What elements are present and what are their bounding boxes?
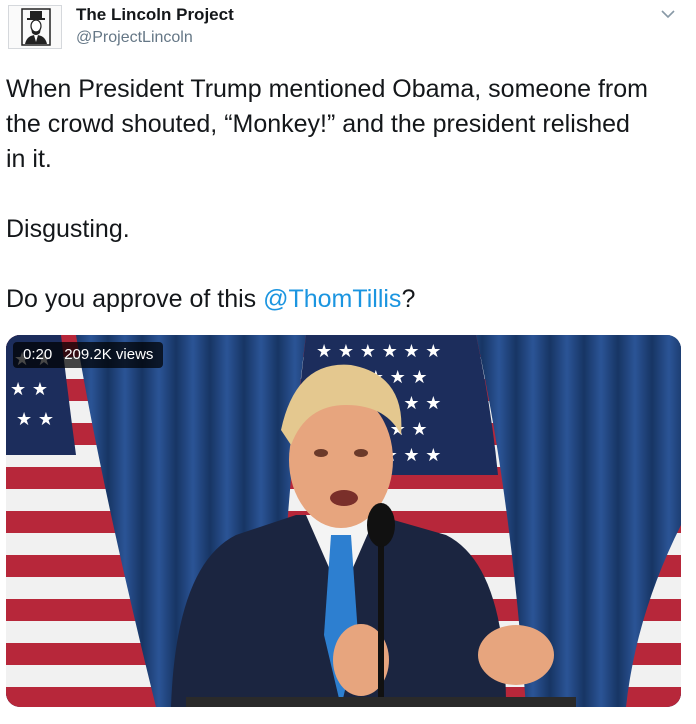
avatar[interactable]: [8, 5, 62, 49]
paragraph-3-suffix: ?: [401, 285, 416, 313]
video-views: 209.2K views: [64, 346, 154, 363]
mention-link[interactable]: @ThomTillis: [263, 285, 401, 313]
tweet-line-2: the crowd shouted, “Monkey!” and the pre…: [6, 110, 630, 138]
tweet-text: When President Trump mentioned Obama, so…: [6, 72, 690, 317]
video-player[interactable]: ★ ★ ★ ★ ★ ★ ★ ★ ★ ★ ★ ★ ★ ★ ★ ★ ★ ★ ★ ★ …: [6, 335, 681, 707]
video-frame: ★ ★ ★ ★ ★ ★ ★ ★ ★ ★ ★ ★ ★ ★ ★ ★ ★ ★ ★ ★ …: [6, 335, 681, 707]
chevron-down-icon[interactable]: [660, 8, 676, 20]
svg-text:★ ★: ★ ★: [10, 379, 48, 400]
display-name[interactable]: The Lincoln Project: [76, 5, 234, 25]
account-handle[interactable]: @ProjectLincoln: [76, 28, 193, 48]
tweet-card: The Lincoln Project @ProjectLincoln When…: [0, 0, 696, 724]
video-stats-overlay: 0:20 209.2K views: [13, 342, 164, 368]
svg-text:★ ★ ★ ★ ★ ★: ★ ★ ★ ★ ★ ★: [316, 341, 441, 362]
tweet-line-3: in it.: [6, 145, 52, 173]
tweet-paragraph-3: Do you approve of this @ThomTillis?: [6, 282, 690, 317]
tweet-paragraph-2: Disgusting.: [6, 215, 130, 243]
tweet-line-1: When President Trump mentioned Obama, so…: [6, 75, 648, 103]
video-duration: 0:20: [23, 346, 53, 363]
lincoln-portrait-icon: [21, 8, 51, 46]
svg-text:★ ★: ★ ★: [16, 409, 54, 430]
paragraph-3-prefix: Do you approve of this: [6, 285, 264, 313]
